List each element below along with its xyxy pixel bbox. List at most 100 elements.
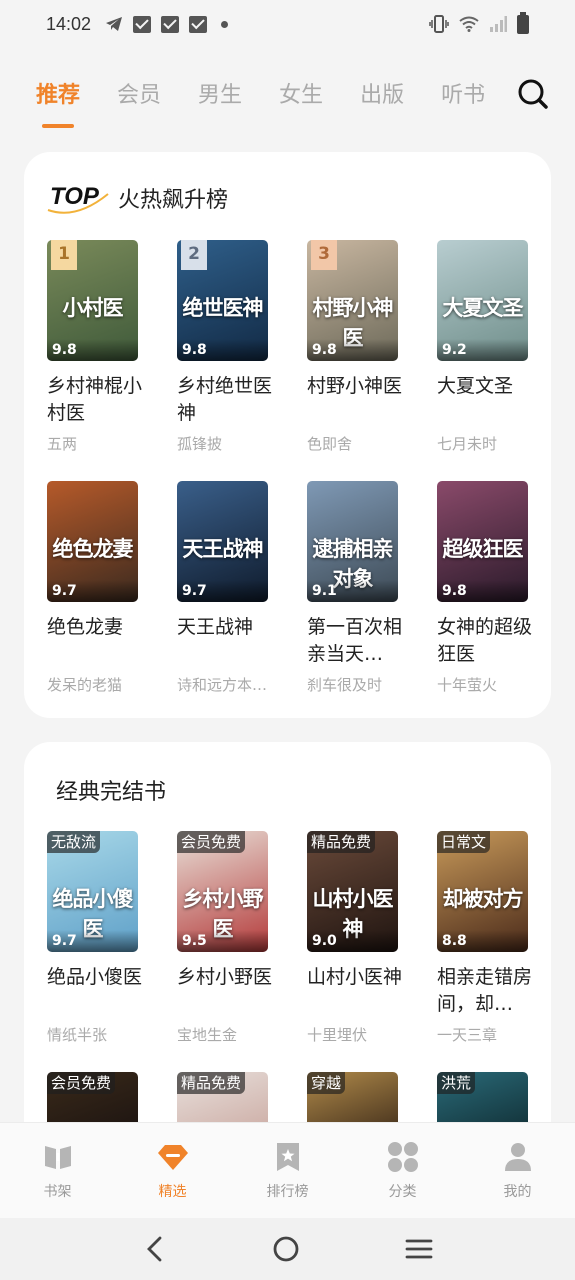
book-cover[interactable]: 大夏文圣 9.2 [437, 240, 528, 361]
tab-female[interactable]: 女生 [279, 72, 323, 122]
book-title[interactable]: 第一百次相亲当天… [307, 614, 407, 668]
notification-icon [133, 15, 152, 33]
classic-completed-card: 经典完结书 绝品小傻医 无敌流 9.7 绝品小傻医 情纸半张 乡村小野医 会员免费 9.5 乡村… [24, 742, 551, 1142]
book-title[interactable]: 乡村小野医 [177, 964, 277, 1018]
book-cover[interactable]: 超级狂医 9.8 [437, 481, 528, 602]
notification-icon [189, 15, 208, 33]
book-title[interactable]: 天王战神 [177, 614, 277, 668]
cover-title-text: 小村医 [62, 295, 124, 320]
book-cover[interactable]: 却被对方 日常文 8.8 [437, 831, 528, 952]
nav-bookshelf[interactable]: 书架 [0, 1123, 115, 1218]
cover-title-text: 超级狂医 [442, 536, 524, 561]
book-cover[interactable]: 乡村小野医 会员免费 9.5 [177, 831, 268, 952]
more-notifications-icon [221, 20, 229, 28]
rank-badge: 2 [181, 240, 207, 270]
book-item[interactable]: 乡村小野医 会员免费 9.5 乡村小野医宝地生金 [177, 831, 287, 1045]
recent-apps-icon[interactable] [405, 1237, 433, 1261]
book-author: 发呆的老猫 [47, 676, 123, 694]
tab-publish[interactable]: 出版 [360, 72, 404, 122]
book-tag: 日常文 [437, 831, 491, 853]
tab-recommend[interactable]: 推荐 [36, 72, 80, 128]
top-logo-icon: TOP [47, 183, 109, 214]
book-score: 9.7 [47, 580, 138, 602]
book-title[interactable]: 绝色龙妻 [47, 614, 147, 668]
nav-label: 排行榜 [266, 1184, 309, 1200]
book-cover[interactable]: 天王战神 9.7 [177, 481, 268, 602]
nav-label: 我的 [503, 1184, 532, 1200]
diamond-icon [157, 1145, 188, 1170]
status-time: 14:02 [46, 13, 92, 34]
book-score: 9.8 [437, 580, 528, 602]
nav-ranking[interactable]: 排行榜 [230, 1123, 345, 1218]
book-score: 9.8 [307, 339, 398, 361]
book-author: 十里埋伏 [307, 1026, 368, 1044]
book-title[interactable]: 乡村神棍小村医 [47, 373, 147, 427]
book-title[interactable]: 乡村绝世医神 [177, 373, 277, 427]
book-cover[interactable]: 绝品小傻医 无敌流 9.7 [47, 831, 138, 952]
book-cover[interactable]: 山村小医神 精品免费 9.0 [307, 831, 398, 952]
book-cover[interactable]: 逮捕相亲对象 9.1 [307, 481, 398, 602]
user-icon [504, 1143, 531, 1171]
search-icon[interactable] [517, 78, 549, 110]
book-author: 色即舍 [307, 435, 353, 453]
book-author: 情纸半张 [47, 1026, 108, 1044]
book-title[interactable]: 相亲走错房间，却… [437, 964, 537, 1018]
nav-label: 分类 [388, 1184, 417, 1200]
nav-featured[interactable]: 精选 [115, 1123, 230, 1218]
book-author: 五两 [47, 435, 78, 453]
hot-rising-header: TOP 火热飙升榜 [46, 178, 228, 218]
nav-categories[interactable]: 分类 [345, 1123, 460, 1218]
book-author: 刹车很及时 [307, 676, 383, 694]
tab-member[interactable]: 会员 [117, 72, 161, 122]
book-item[interactable]: 大夏文圣 9.2 大夏文圣 七月未时 [437, 240, 547, 454]
book-title[interactable]: 女神的超级狂医 [437, 614, 537, 668]
book-score: 9.7 [47, 930, 138, 952]
wifi-icon [459, 16, 479, 32]
book-item[interactable]: 山村小医神 精品免费 9.0 山村小医神十里埋伏 [307, 831, 417, 1045]
book-score: 9.5 [177, 930, 268, 952]
book-title[interactable]: 山村小医神 [307, 964, 407, 1018]
book-tag: 精品免费 [307, 831, 376, 853]
book-author: 宝地生金 [177, 1026, 238, 1044]
book-item[interactable]: 却被对方 日常文 8.8 相亲走错房间，却… 一天三章 [437, 831, 547, 1045]
book-title[interactable]: 村野小神医 [307, 373, 407, 427]
classic-title: 经典完结书 [56, 780, 167, 805]
book-item[interactable]: 超级狂医 9.8 女神的超级狂医十年萤火 [437, 481, 547, 695]
tab-male[interactable]: 男生 [198, 72, 242, 122]
book-cover[interactable]: 村野小神医 3 9.8 [307, 240, 398, 361]
bottom-nav: 书架 精选 排行榜 分类 我的 [0, 1122, 575, 1218]
book-tag: 洪荒 [437, 1072, 476, 1094]
book-item[interactable]: 绝品小傻医 无敌流 9.7 绝品小傻医 情纸半张 [47, 831, 157, 1045]
book-cover[interactable]: 绝色龙妻 9.7 [47, 481, 138, 602]
book-item[interactable]: 村野小神医 3 9.8 村野小神医色即舍 [307, 240, 417, 454]
book-item[interactable]: 绝世医神 2 9.8 乡村绝世医神 孤锋披 [177, 240, 287, 454]
rank-badge: 1 [51, 240, 77, 270]
book-tag: 精品免费 [177, 1072, 246, 1094]
nav-label: 精选 [158, 1184, 187, 1200]
book-author: 十年萤火 [437, 676, 498, 694]
hot-rising-card: TOP 火热飙升榜 小村医 1 9.8 乡村神棍小村医五两 绝世医神 2 9.8 乡村绝世医神… [24, 152, 551, 718]
book-item[interactable]: 绝色龙妻 9.7 绝色龙妻发呆的老猫 [47, 481, 157, 695]
book-score: 9.1 [307, 580, 398, 602]
nav-label: 书架 [43, 1184, 72, 1200]
back-icon[interactable] [143, 1236, 167, 1262]
svg-text:TOP: TOP [50, 183, 100, 210]
book-score: 9.7 [177, 580, 268, 602]
book-tag: 无敌流 [47, 831, 101, 853]
book-title[interactable]: 大夏文圣 [437, 373, 537, 427]
cover-title-text: 却被对方 [442, 886, 524, 911]
book-cover[interactable]: 小村医 1 9.8 [47, 240, 138, 361]
book-tag: 穿越 [307, 1072, 346, 1094]
book-score: 9.2 [437, 339, 528, 361]
battery-icon [517, 11, 529, 34]
book-item[interactable]: 天王战神 9.7 天王战神 诗和远方本… [177, 481, 287, 695]
book-cover[interactable]: 绝世医神 2 9.8 [177, 240, 268, 361]
telegram-icon [106, 17, 123, 31]
book-item[interactable]: 小村医 1 9.8 乡村神棍小村医 五两 [47, 240, 157, 454]
book-item[interactable]: 逮捕相亲对象 9.1 第一百次相亲当天… 刹车很及时 [307, 481, 417, 695]
home-icon[interactable] [272, 1235, 300, 1263]
notification-icon [161, 15, 180, 33]
nav-profile[interactable]: 我的 [460, 1123, 575, 1218]
book-title[interactable]: 绝品小傻医 [47, 964, 147, 1018]
tab-audiobook[interactable]: 听书 [441, 72, 485, 122]
